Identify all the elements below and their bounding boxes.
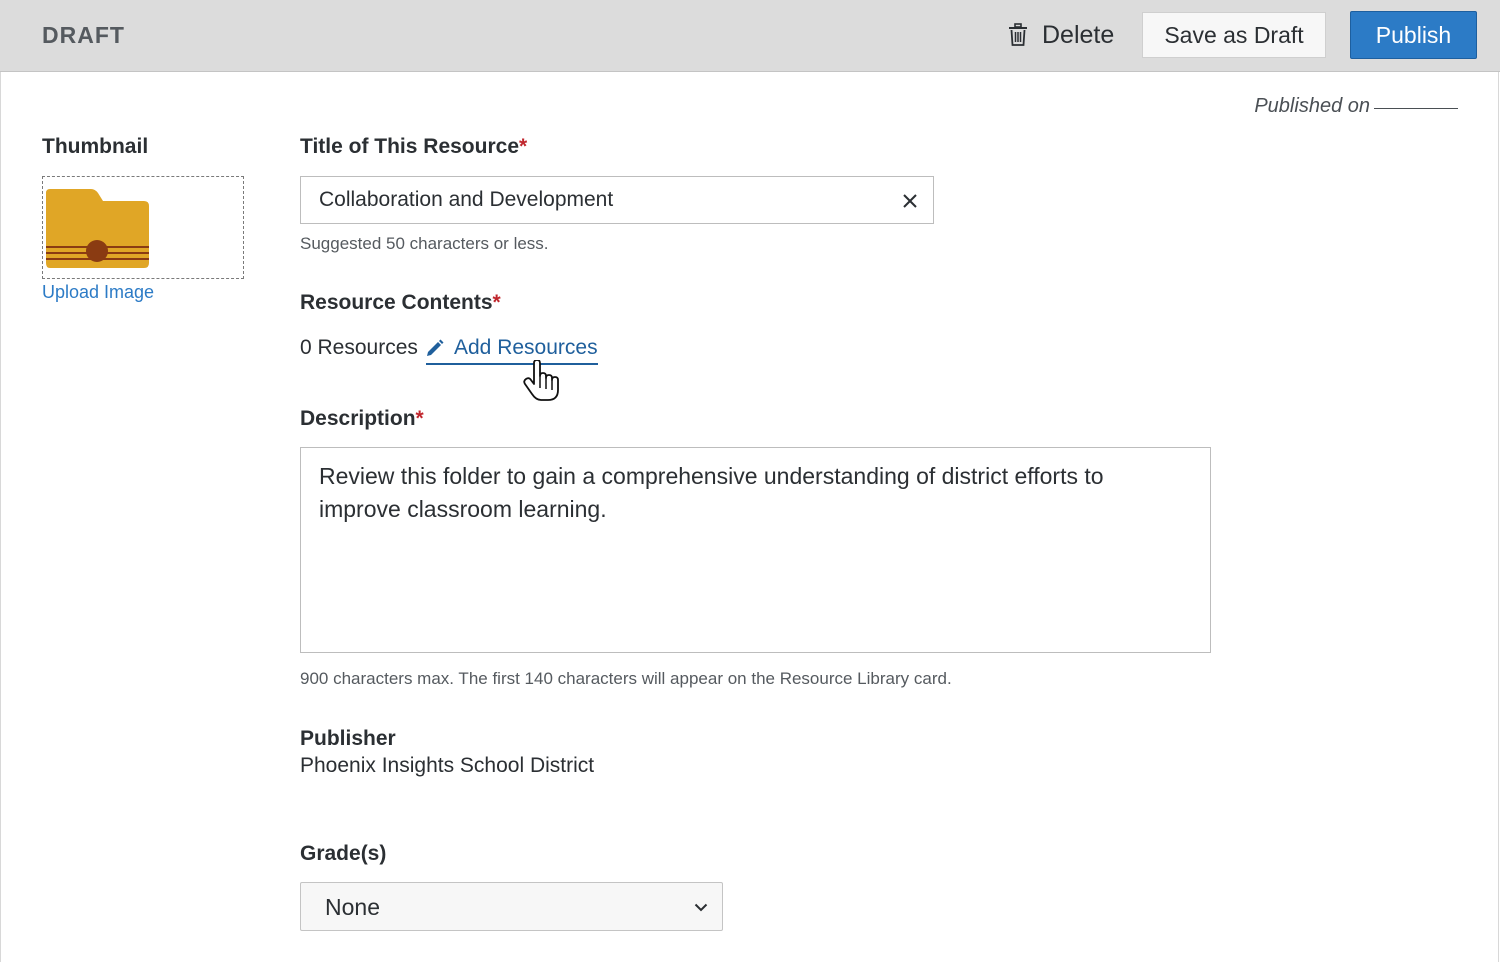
title-label-text: Title of This Resource bbox=[300, 135, 519, 158]
add-resources-label: Add Resources bbox=[454, 336, 598, 359]
resource-contents-label-text: Resource Contents bbox=[300, 291, 493, 314]
delete-button[interactable]: Delete bbox=[1008, 16, 1114, 54]
pencil-icon bbox=[427, 339, 444, 356]
publisher-name: Phoenix Insights School District bbox=[300, 754, 595, 777]
add-resources-link[interactable]: Add Resources bbox=[426, 336, 598, 365]
thumbnail-label: Thumbnail bbox=[42, 135, 149, 158]
publish-button[interactable]: Publish bbox=[1350, 11, 1477, 59]
chevron-down-icon bbox=[694, 903, 708, 912]
required-asterisk: * bbox=[519, 135, 528, 158]
trash-icon bbox=[1009, 23, 1027, 46]
description-label-text: Description bbox=[300, 407, 416, 430]
hand-cursor-icon bbox=[523, 360, 559, 401]
delete-button-label: Delete bbox=[1042, 20, 1115, 49]
resource-count: 0 Resources bbox=[300, 336, 418, 359]
top-toolbar: DRAFT Delete Save as Draft Publish bbox=[0, 0, 1500, 72]
description-textarea[interactable]: Review this folder to gain a comprehensi… bbox=[300, 447, 1211, 653]
published-date-blank bbox=[1374, 108, 1458, 109]
title-input[interactable]: Collaboration and Development bbox=[300, 176, 934, 224]
title-hint: Suggested 50 characters or less. bbox=[300, 234, 549, 253]
published-on-label: Published on bbox=[1254, 95, 1458, 118]
description-label: Description* bbox=[300, 407, 424, 431]
resource-contents-label: Resource Contents* bbox=[300, 291, 501, 315]
folder-icon bbox=[46, 189, 149, 268]
required-asterisk: * bbox=[492, 291, 501, 314]
title-input-value: Collaboration and Development bbox=[319, 188, 614, 211]
description-text: Review this folder to gain a comprehensi… bbox=[319, 463, 1104, 522]
grades-label: Grade(s) bbox=[300, 842, 387, 865]
grades-selected-value: None bbox=[325, 894, 380, 920]
publisher-label: Publisher bbox=[300, 727, 396, 750]
title-label: Title of This Resource* bbox=[300, 135, 527, 159]
description-hint: 900 characters max. The first 140 charac… bbox=[300, 669, 952, 688]
grades-select[interactable]: None bbox=[300, 882, 723, 931]
thumbnail-dropzone[interactable] bbox=[42, 176, 244, 279]
required-asterisk: * bbox=[415, 407, 424, 430]
published-on-text: Published on bbox=[1254, 95, 1370, 117]
save-as-draft-button[interactable]: Save as Draft bbox=[1142, 12, 1326, 58]
clear-icon[interactable] bbox=[901, 192, 919, 210]
upload-image-link[interactable]: Upload Image bbox=[42, 282, 154, 303]
draft-status-label: DRAFT bbox=[42, 22, 125, 48]
